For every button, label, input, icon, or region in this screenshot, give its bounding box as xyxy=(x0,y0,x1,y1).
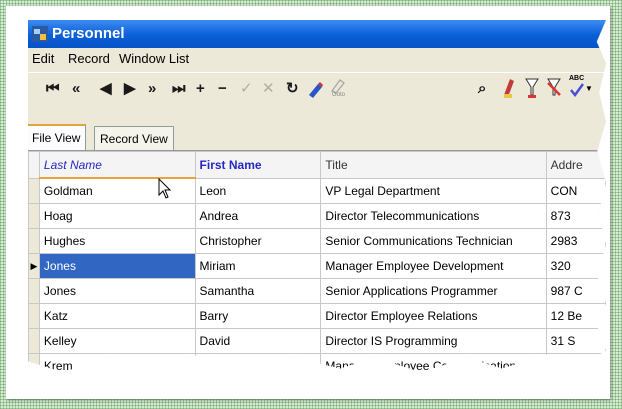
save-record-icon[interactable]: ✓ xyxy=(240,79,253,99)
spell-check-button[interactable]: ABC ▼ xyxy=(568,75,594,101)
table-row[interactable]: Katz Barry Director Employee Relations 12 B… xyxy=(28,303,606,329)
table-row[interactable]: Hughes Christopher Senior Communications T… xyxy=(28,228,606,254)
menu-window-list[interactable]: Window List xyxy=(119,51,189,66)
column-header-first-name[interactable]: First Name xyxy=(194,151,322,179)
next-record-icon[interactable]: ▶ xyxy=(124,79,136,99)
table-cell[interactable]: Hoag xyxy=(38,203,196,229)
row-indicator[interactable] xyxy=(28,278,40,304)
window-title: Personnel xyxy=(52,25,125,42)
table-cell[interactable]: 873 xyxy=(545,203,606,229)
table-row[interactable]: ▶ Jones Miriam Manager Employee Development… xyxy=(28,253,606,279)
app-window: Personnel Edit Record Window List ⏮ « ◀ … xyxy=(28,20,606,373)
table-cell[interactable]: Katz xyxy=(38,303,196,329)
table-row[interactable]: Kelley David Director IS Programming 31 S xyxy=(28,328,606,354)
table-cell[interactable]: Ellen xyxy=(194,353,322,373)
row-indicator[interactable] xyxy=(28,328,40,354)
menu-bar: Edit Record Window List xyxy=(28,48,606,70)
table-cell[interactable]: 320 xyxy=(545,253,606,279)
app-icon xyxy=(32,26,48,42)
dropdown-arrow-icon: ▼ xyxy=(585,84,593,93)
table-row[interactable]: Krem Ellen Manager Employee Communications… xyxy=(28,353,606,373)
find-binoculars-icon[interactable]: ⌕ xyxy=(478,79,486,99)
table-cell[interactable]: Samantha xyxy=(194,278,322,304)
table-cell[interactable]: Leon xyxy=(194,177,322,204)
menu-record[interactable]: Record xyxy=(68,51,110,66)
table-row[interactable]: Hoag Andrea Director Telecommunications 873 xyxy=(28,203,606,229)
title-bar[interactable]: Personnel xyxy=(28,20,606,48)
table-cell[interactable]: 31 S xyxy=(545,328,606,354)
table-cell[interactable]: David xyxy=(194,328,322,354)
row-indicator[interactable] xyxy=(28,177,40,204)
records-grid: Last Name First Name Title Addre Goldman… xyxy=(28,150,606,373)
table-cell[interactable]: Manager Employee Communications xyxy=(320,353,547,373)
goto-label: Goto xyxy=(332,92,346,98)
mouse-pointer-icon xyxy=(158,178,172,199)
table-cell[interactable]: 29 xyxy=(545,353,606,373)
edit-record-icon[interactable] xyxy=(306,81,324,99)
header-row: Last Name First Name Title Addre xyxy=(28,151,606,179)
table-cell[interactable]: Andrea xyxy=(194,203,322,229)
toolbar: ⏮ « ◀ ▶ » ⏭ + − ✓ ✕ ↻ Goto ⌕ ABC ▼ xyxy=(28,72,606,105)
table-cell[interactable]: Director IS Programming xyxy=(320,328,547,354)
table-cell[interactable]: Director Telecommunications xyxy=(320,203,547,229)
records-table: Last Name First Name Title Addre Goldman… xyxy=(28,151,606,373)
spell-check-icon xyxy=(570,83,584,97)
delete-record-icon[interactable]: − xyxy=(218,79,227,99)
table-cell[interactable]: Senior Applications Programmer xyxy=(320,278,547,304)
cancel-edit-icon[interactable]: ✕ xyxy=(262,79,275,99)
table-cell[interactable]: Senior Communications Technician xyxy=(320,228,547,254)
add-record-icon[interactable]: + xyxy=(196,79,205,99)
table-cell[interactable]: 2983 xyxy=(545,228,606,254)
table-cell[interactable]: Hughes xyxy=(38,228,196,254)
row-indicator[interactable] xyxy=(28,353,40,373)
table-cell[interactable]: Director Employee Relations xyxy=(320,303,547,329)
table-row[interactable]: Goldman Leon VP Legal Department CON xyxy=(28,177,606,204)
table-cell[interactable]: Krem xyxy=(38,353,196,373)
tab-record-view[interactable]: Record View xyxy=(94,126,174,151)
row-indicator[interactable] xyxy=(28,203,40,229)
first-record-icon[interactable]: ⏮ xyxy=(46,79,60,99)
column-header-last-name[interactable]: Last Name xyxy=(38,151,196,179)
current-row-marker[interactable]: ▶ xyxy=(28,253,40,279)
table-cell[interactable]: Manager Employee Development xyxy=(320,253,547,279)
table-row[interactable]: Jones Samantha Senior Applications Program… xyxy=(28,278,606,304)
column-header-title[interactable]: Title xyxy=(320,151,547,179)
last-record-icon[interactable]: ⏭ xyxy=(172,79,186,99)
filter-icon[interactable] xyxy=(502,77,520,99)
previous-page-icon[interactable]: « xyxy=(72,79,80,99)
row-indicator[interactable] xyxy=(28,303,40,329)
menu-edit[interactable]: Edit xyxy=(32,51,54,66)
tab-file-view[interactable]: File View xyxy=(28,124,87,152)
filter-remove-icon[interactable] xyxy=(546,77,562,99)
goto-button[interactable]: Goto xyxy=(328,78,356,102)
table-cell[interactable]: Jones xyxy=(38,278,196,304)
row-indicator-header xyxy=(28,151,40,179)
table-cell[interactable]: Miriam xyxy=(194,253,322,279)
row-indicator[interactable] xyxy=(28,228,40,254)
view-tabs: File View Record View xyxy=(28,124,606,152)
filter-clear-icon[interactable] xyxy=(524,77,540,99)
table-cell[interactable]: VP Legal Department xyxy=(320,177,547,204)
table-cell[interactable]: CON xyxy=(545,177,606,204)
table-body: Goldman Leon VP Legal Department CON Hoag And… xyxy=(28,177,606,373)
column-header-address[interactable]: Addre xyxy=(545,151,606,179)
table-cell[interactable]: 12 Be xyxy=(545,303,606,329)
next-page-icon[interactable]: » xyxy=(148,79,156,99)
refresh-icon[interactable]: ↻ xyxy=(286,79,299,99)
table-cell[interactable]: 987 C xyxy=(545,278,606,304)
table-cell[interactable]: Jones xyxy=(38,253,196,279)
table-cell[interactable]: Christopher xyxy=(194,228,322,254)
table-cell[interactable]: Barry xyxy=(194,303,322,329)
table-cell[interactable]: Kelley xyxy=(38,328,196,354)
spell-check-label: ABC xyxy=(569,75,585,82)
previous-record-icon[interactable]: ◀ xyxy=(100,79,112,99)
screenshot-frame: Personnel Edit Record Window List ⏮ « ◀ … xyxy=(6,6,610,399)
